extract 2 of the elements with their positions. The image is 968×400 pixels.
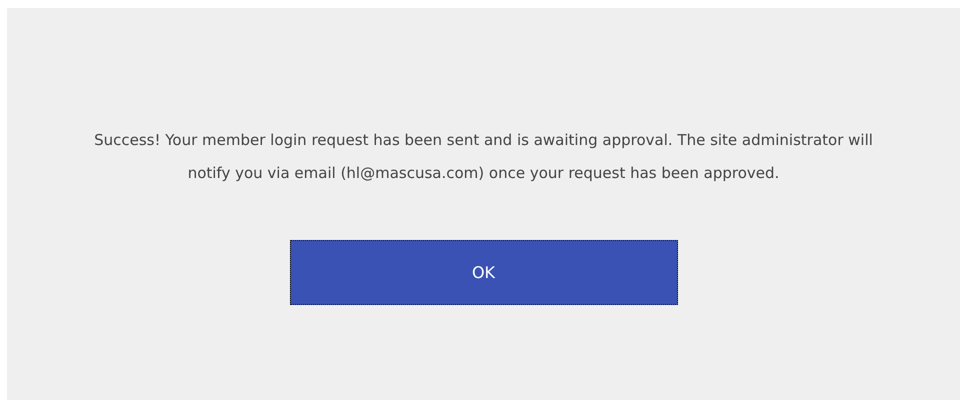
success-message: Success! Your member login request has been sent and is awaiting approval. The site administrator will notify you via email (hl@mascusa.com) once your request has been approved. [94, 130, 874, 184]
ok-button[interactable]: OK [290, 240, 678, 305]
